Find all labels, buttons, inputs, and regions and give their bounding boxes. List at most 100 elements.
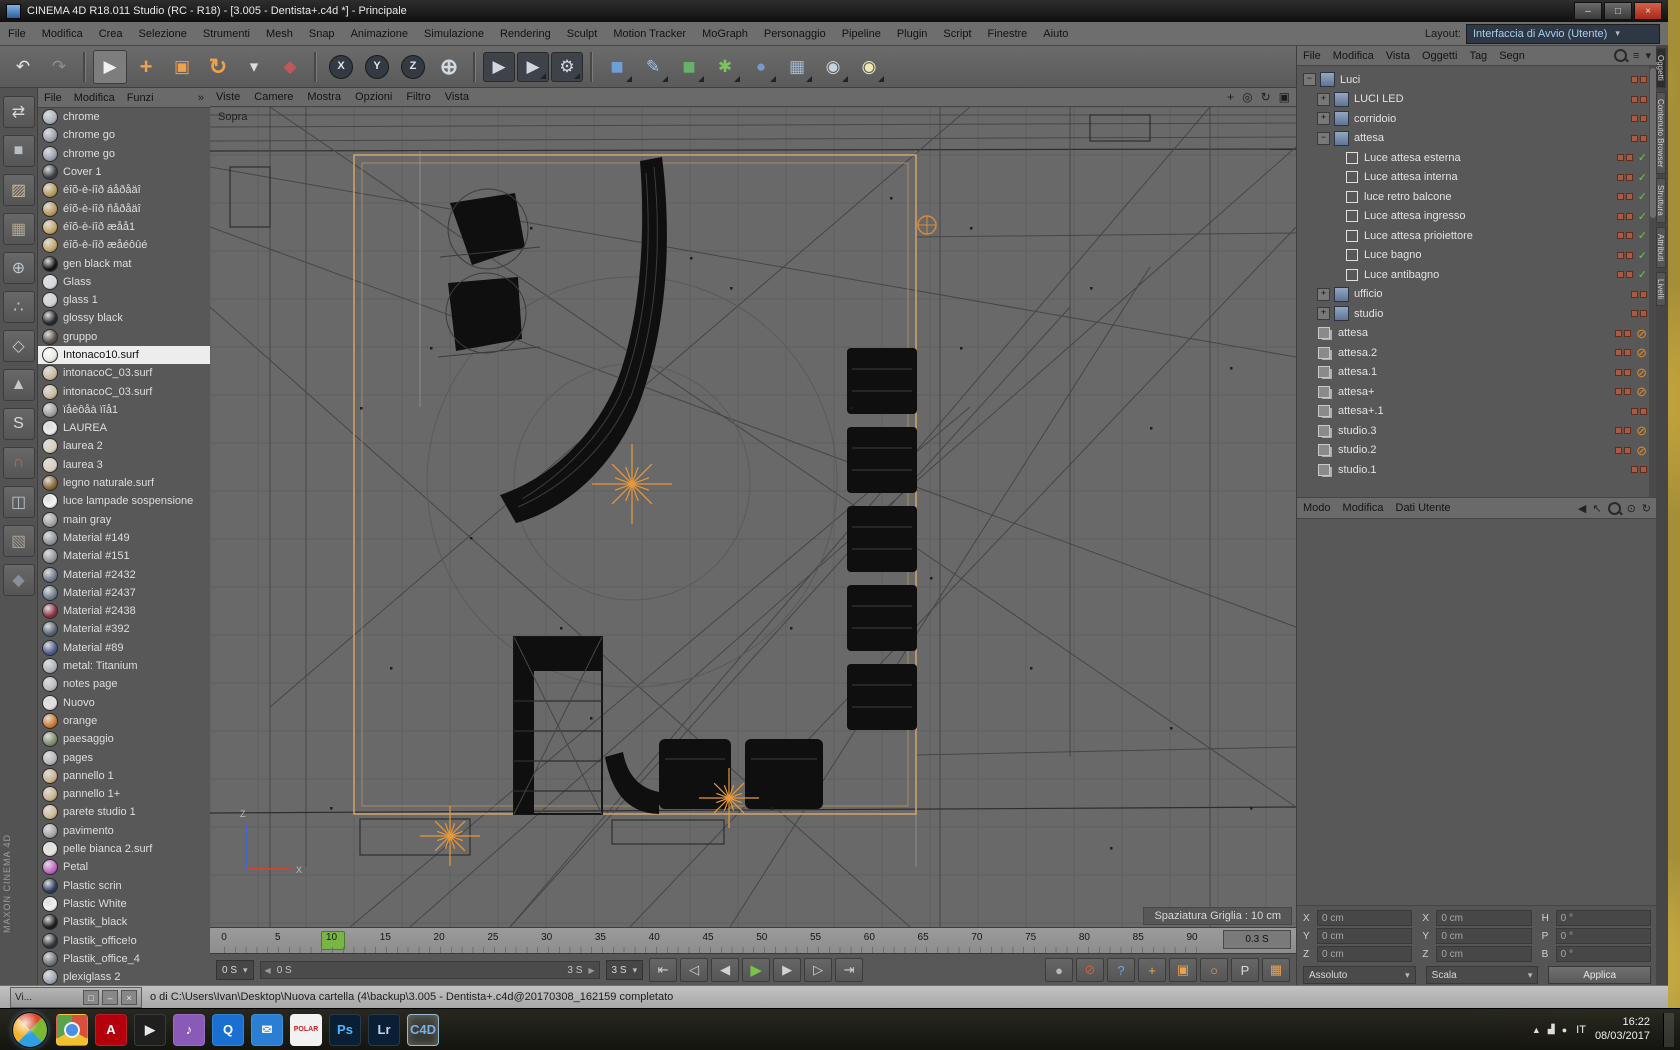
record-position-button[interactable]: + (1138, 958, 1166, 982)
material-row[interactable]: intonacoC_03.surf (38, 364, 210, 382)
lock-icon[interactable]: ⊙ (1627, 502, 1636, 515)
filter-icon[interactable]: ≡ (1633, 50, 1639, 62)
layer-dots-icon[interactable] (1631, 76, 1647, 83)
timeline-ruler[interactable]: 051015202530354045505560657075808590 0.3… (210, 928, 1296, 954)
material-row[interactable]: chrome go (38, 145, 210, 163)
render-settings-button[interactable]: ⚙ (551, 52, 583, 82)
history-icon[interactable]: ↻ (1642, 502, 1651, 515)
editor-dot-icon[interactable] (1631, 96, 1638, 103)
tree-row-luce-bagno[interactable]: Luce bagno✓ (1297, 246, 1657, 266)
record-pla-button[interactable]: ▦ (1262, 958, 1290, 982)
render-dot-icon[interactable] (1626, 174, 1633, 181)
side-tab-struttura[interactable]: Struttura (1656, 178, 1666, 223)
convert-to-editable-button[interactable]: ⇄ (3, 96, 35, 128)
tree-row-luce-retro-balcone[interactable]: luce retro balcone✓ (1297, 187, 1657, 207)
help-button[interactable]: ? (1107, 958, 1135, 982)
goto-end-button[interactable]: ⇥ (835, 958, 863, 982)
material-row[interactable]: Petal (38, 858, 210, 876)
coordinate-field[interactable]: 0 cm (1317, 928, 1412, 944)
menu-aiuto[interactable]: Aiuto (1043, 28, 1068, 40)
material-row[interactable]: pannello 1 (38, 767, 210, 785)
prev-frame-button[interactable]: ◀ (711, 958, 739, 982)
layer-dots-icon[interactable] (1631, 291, 1647, 298)
tree-row-luci[interactable]: −Luci (1297, 70, 1657, 90)
layer-dots-icon[interactable] (1617, 154, 1633, 161)
next-key-button[interactable]: ▷ (804, 958, 832, 982)
object-menu-vista[interactable]: Vista (1386, 50, 1410, 62)
network-icon[interactable]: ▟ (1548, 1024, 1555, 1035)
enabled-check-icon[interactable]: ✓ (1638, 268, 1647, 281)
lock-x-button[interactable]: X (324, 50, 358, 84)
editor-dot-icon[interactable] (1617, 193, 1624, 200)
material-row[interactable]: chrome go (38, 126, 210, 144)
layer-dots-icon[interactable] (1617, 213, 1633, 220)
material-row[interactable]: Plastik_office_4 (38, 950, 210, 968)
cinema4d-icon[interactable]: C4D (407, 1014, 439, 1046)
move-button[interactable]: + (129, 50, 163, 84)
render-off-icon[interactable]: ⊘ (1636, 366, 1647, 379)
clock[interactable]: 16:22 08/03/2017 (1595, 1016, 1650, 1044)
render-dot-icon[interactable] (1626, 213, 1633, 220)
material-row[interactable]: glossy black (38, 309, 210, 327)
layer-dots-icon[interactable] (1615, 369, 1631, 376)
overflow-icon[interactable]: » (198, 92, 204, 104)
render-dot-icon[interactable] (1640, 310, 1647, 317)
timeline-range-bar[interactable]: ◀ 0 S 3 S ▶ (260, 961, 600, 979)
layer-dots-icon[interactable] (1631, 408, 1647, 415)
timeline-start-field[interactable]: 0 S ▾ (216, 960, 254, 980)
material-row[interactable]: gruppo (38, 328, 210, 346)
mini-window[interactable]: Vi... □ – × (10, 987, 142, 1008)
minimize-icon[interactable]: – (102, 990, 118, 1005)
chrome-icon[interactable] (56, 1014, 88, 1046)
photoshop-icon[interactable]: Ps (329, 1014, 361, 1046)
enable-snap-button[interactable]: S (3, 408, 35, 440)
search-icon[interactable] (1608, 502, 1621, 515)
material-row[interactable]: laurea 2 (38, 437, 210, 455)
object-menu-oggetti[interactable]: Oggetti (1422, 50, 1457, 62)
layer-dots-icon[interactable] (1617, 193, 1633, 200)
model-mode-button[interactable]: ■ (3, 135, 35, 167)
material-row[interactable]: Intonaco10.surf (38, 346, 210, 364)
material-row[interactable]: pelle bianca 2.surf (38, 840, 210, 858)
render-dot-icon[interactable] (1624, 349, 1631, 356)
rotate-button[interactable]: ↻ (201, 50, 235, 84)
coordinate-target-dropdown[interactable]: Scala ▾ (1426, 966, 1539, 984)
add-subdivision-surface-button[interactable]: ■ (672, 50, 706, 84)
layout-dropdown[interactable]: Interfaccia di Avvio (Utente) ▾ (1466, 24, 1660, 44)
tree-row-ufficio[interactable]: +ufficio (1297, 285, 1657, 305)
polygons-mode-button[interactable]: ▲ (3, 369, 35, 401)
minimize-button[interactable]: – (1574, 2, 1602, 20)
material-row[interactable]: paesaggio (38, 730, 210, 748)
start-button[interactable] (12, 1012, 48, 1048)
material-row[interactable]: Material #89 (38, 639, 210, 657)
enabled-check-icon[interactable]: ✓ (1638, 151, 1647, 164)
render-off-icon[interactable]: ⊘ (1636, 444, 1647, 457)
maximize-button[interactable]: □ (1604, 2, 1632, 20)
tree-row-attesa-2[interactable]: attesa.2⊘ (1297, 343, 1657, 363)
material-row[interactable]: Nuovo (38, 694, 210, 712)
record-parameter-button[interactable]: P (1231, 958, 1259, 982)
tree-row-luce-antibagno[interactable]: Luce antibagno✓ (1297, 265, 1657, 285)
editor-dot-icon[interactable] (1631, 310, 1638, 317)
add-mograph-button[interactable]: ✱ (708, 50, 742, 84)
render-dot-icon[interactable] (1626, 252, 1633, 259)
layer-dots-icon[interactable] (1631, 135, 1647, 142)
expander-icon[interactable]: + (1317, 288, 1330, 301)
expander-icon[interactable]: − (1303, 73, 1316, 86)
menu-rendering[interactable]: Rendering (500, 28, 551, 40)
tree-row-corridoio[interactable]: +corridoio (1297, 109, 1657, 129)
layer-dots-icon[interactable] (1617, 271, 1633, 278)
attribute-tab-modo[interactable]: Modo (1303, 502, 1331, 514)
coordinate-system-button[interactable]: ⊕ (432, 50, 466, 84)
show-desktop-button[interactable] (1663, 1013, 1674, 1047)
material-row[interactable]: notes page (38, 675, 210, 693)
quicktime-icon[interactable]: Q (212, 1014, 244, 1046)
volume-icon[interactable]: ● (1562, 1025, 1567, 1035)
search-icon[interactable] (1614, 49, 1627, 62)
layer-dots-icon[interactable] (1615, 388, 1631, 395)
editor-dot-icon[interactable] (1615, 427, 1622, 434)
lightroom-icon[interactable]: Lr (368, 1014, 400, 1046)
coordinate-field[interactable]: 0 cm (1317, 946, 1412, 962)
pointer-icon[interactable]: ↖ (1592, 502, 1601, 515)
undo-button[interactable]: ↶ (6, 50, 40, 84)
